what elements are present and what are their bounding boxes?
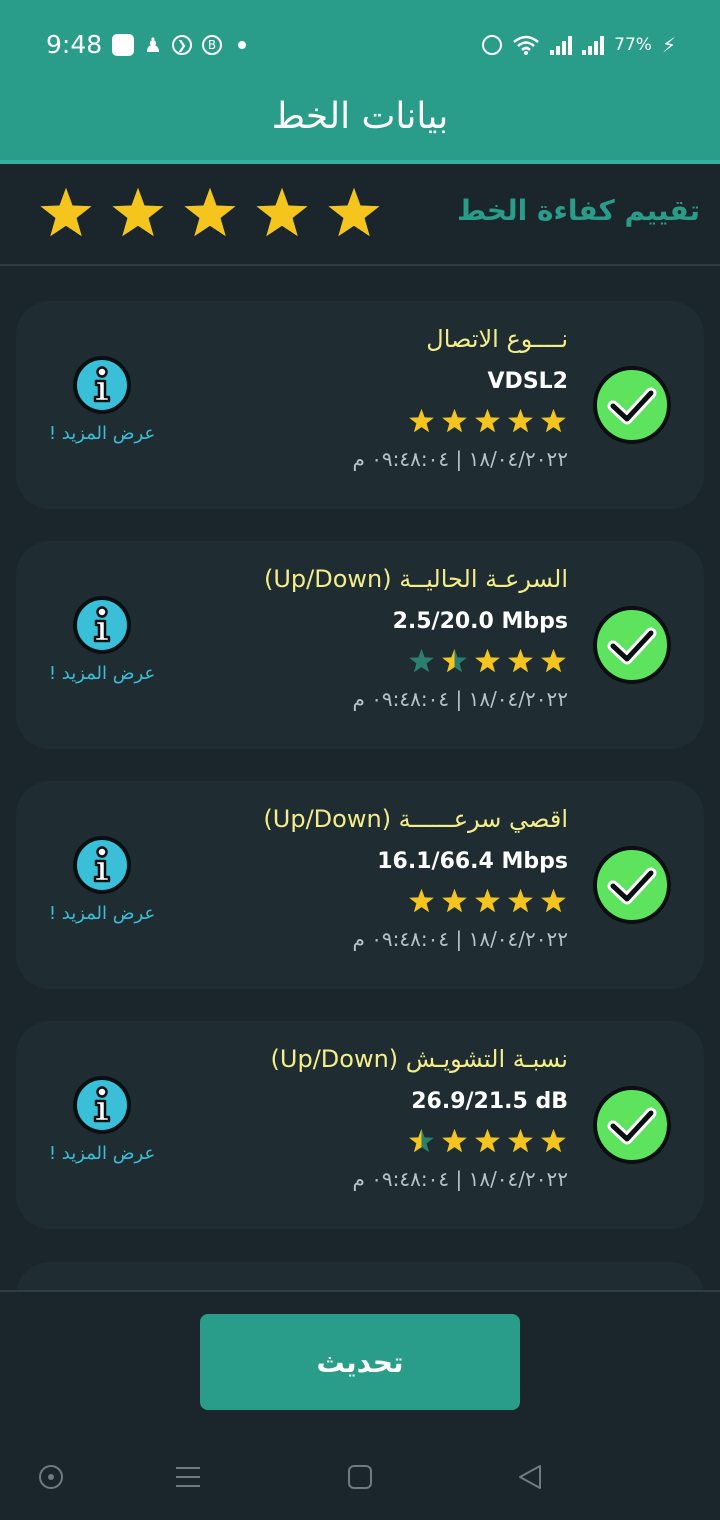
card-1-star-icon — [508, 648, 533, 673]
info-icon — [73, 1076, 131, 1134]
battery-charging-icon: ⚡ — [661, 33, 676, 57]
line-rating: تقييم كفاءة الخط — [0, 164, 720, 266]
media-icon: ❯ — [171, 35, 192, 55]
signal-icon — [550, 35, 573, 55]
list-item[interactable]: السرعـة الحاليــة (Up/Down) 2.5/20.0 Mbps… — [16, 541, 704, 749]
card-0-star-icon — [508, 408, 533, 433]
check-icon — [593, 606, 671, 684]
card-stars — [208, 407, 568, 436]
card-2-star-icon — [475, 888, 500, 913]
line-rating-star-icon — [184, 187, 236, 237]
card-value: 26.9/21.5 dB — [411, 1089, 568, 1114]
b-icon: B — [201, 35, 222, 55]
line-rating-star-icon — [40, 187, 92, 237]
check-icon — [593, 1086, 671, 1164]
info-icon — [73, 356, 131, 414]
back-triangle-icon[interactable] — [516, 1463, 544, 1491]
card-1-star-icon — [442, 648, 467, 673]
card-timestamp: ١٨/٠٤/٢٠٢٢ | ٠٩:٤٨:٠٤ م — [352, 927, 568, 951]
check-icon — [593, 846, 671, 924]
check-icon — [593, 366, 671, 444]
card-title: السرعـة الحاليــة (Up/Down) — [263, 565, 568, 593]
card-3-star-icon — [442, 1128, 467, 1153]
recent-circle-icon[interactable] — [37, 1463, 65, 1491]
card-value: 16.1/66.4 Mbps — [377, 849, 568, 874]
person-add-icon: ♟ — [144, 33, 162, 57]
card-body: السرعـة الحاليــة (Up/Down) 2.5/20.0 Mbps… — [208, 561, 568, 714]
app-bar: بيانات الخط — [0, 88, 720, 164]
status-bar: 9:48 ♟ ❯ B 77% ⚡ — [0, 0, 720, 88]
card-0-star-icon — [475, 408, 500, 433]
list-item[interactable]: اقصي سرعــــــة (Up/Down) 16.1/66.4 Mbps ١… — [16, 781, 704, 989]
line-rating-star-icon — [328, 187, 380, 237]
card-1-star-icon — [541, 648, 566, 673]
more-button[interactable]: عرض المزيد ! — [46, 1075, 158, 1164]
card-1-star-icon — [409, 648, 434, 673]
home-square-icon[interactable] — [346, 1463, 374, 1491]
more-button[interactable]: عرض المزيد ! — [46, 835, 158, 924]
menu-icon[interactable] — [174, 1463, 202, 1491]
card-2-star-icon — [409, 888, 434, 913]
card-value: VDSL2 — [487, 369, 568, 394]
more-button[interactable]: عرض المزيد ! — [46, 595, 158, 684]
info-icon — [73, 836, 131, 894]
status-icons-left: ♟ ❯ B — [112, 32, 246, 58]
app-icon — [112, 34, 134, 56]
card-stars — [208, 887, 568, 916]
status-icons-right: 77% ⚡ — [482, 32, 676, 58]
line-rating-star-icon — [256, 187, 308, 237]
card-title: نسبـة التشويـش (Up/Down) — [270, 1045, 568, 1073]
nav-bar — [0, 1435, 720, 1520]
more-label: عرض المزيد ! — [48, 1143, 156, 1164]
more-label: عرض المزيد ! — [48, 903, 156, 924]
line-rating-label: تقييم كفاءة الخط — [456, 194, 700, 227]
card-3-star-icon — [475, 1128, 500, 1153]
card-1-star-icon — [475, 648, 500, 673]
status-time: 9:48 — [46, 30, 103, 59]
info-icon — [73, 596, 131, 654]
line-rating-stars — [36, 184, 384, 244]
more-label: عرض المزيد ! — [48, 663, 156, 684]
card-2-star-icon — [508, 888, 533, 913]
card-timestamp: ١٨/٠٤/٢٠٢٢ | ٠٩:٤٨:٠٤ م — [352, 687, 568, 711]
list-item[interactable]: نــــوع الاتصال VDSL2 ١٨/٠٤/٢٠٢٢ | ٠٩:٤٨:٠… — [16, 301, 704, 509]
card-0-star-icon — [409, 408, 434, 433]
dot-icon — [237, 41, 246, 49]
card-3-star-icon — [541, 1128, 566, 1153]
card-2-star-icon — [541, 888, 566, 913]
card-stars — [208, 647, 568, 676]
card-3-star-icon — [409, 1128, 434, 1153]
card-body: نــــوع الاتصال VDSL2 ١٨/٠٤/٢٠٢٢ | ٠٩:٤٨:٠… — [208, 321, 568, 474]
card-title: نــــوع الاتصال — [426, 325, 568, 353]
b-icon-letter: B — [207, 38, 217, 52]
alarm-icon — [482, 35, 503, 55]
card-body: نسبـة التشويـش (Up/Down) 26.9/21.5 dB ١٨/٠… — [208, 1041, 568, 1194]
card-value: 2.5/20.0 Mbps — [392, 609, 568, 634]
card-2-star-icon — [442, 888, 467, 913]
battery-level: 77% — [614, 35, 652, 55]
page-title: بيانات الخط — [271, 96, 449, 137]
card-stars — [208, 1127, 568, 1156]
bottom-panel: تحديث — [0, 1290, 720, 1437]
card-3-star-icon — [508, 1128, 533, 1153]
card-0-star-icon — [442, 408, 467, 433]
card-timestamp: ١٨/٠٤/٢٠٢٢ | ٠٩:٤٨:٠٤ م — [352, 447, 568, 471]
signal-icon-2 — [582, 35, 605, 55]
line-rating-star-icon — [112, 187, 164, 237]
wifi-icon — [513, 35, 539, 55]
card-timestamp: ١٨/٠٤/٢٠٢٢ | ٠٩:٤٨:٠٤ م — [352, 1167, 568, 1191]
list-item[interactable]: نسبـة التشويـش (Up/Down) 26.9/21.5 dB ١٨/٠… — [16, 1021, 704, 1229]
card-title: اقصي سرعــــــة (Up/Down) — [263, 805, 568, 833]
card-0-star-icon — [541, 408, 566, 433]
refresh-button[interactable]: تحديث — [200, 1314, 520, 1410]
more-label: عرض المزيد ! — [48, 423, 156, 444]
more-button[interactable]: عرض المزيد ! — [46, 355, 158, 444]
card-body: اقصي سرعــــــة (Up/Down) 16.1/66.4 Mbps ١… — [208, 801, 568, 954]
